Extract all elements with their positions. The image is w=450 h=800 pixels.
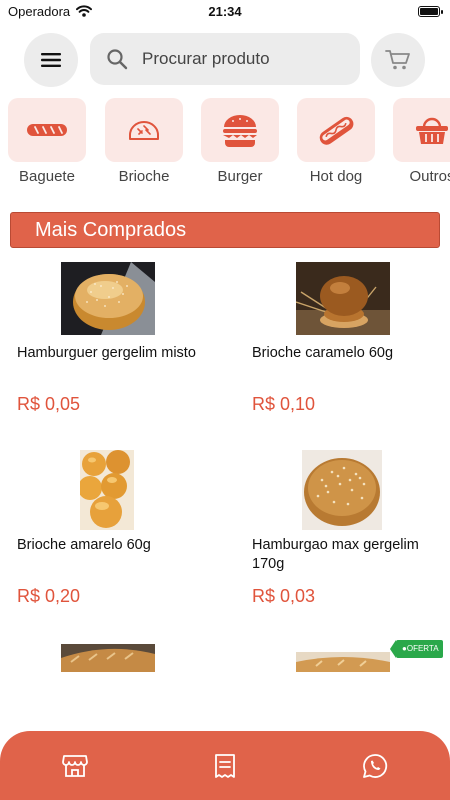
product-image [296,262,390,335]
section-header: Mais Comprados [10,212,440,248]
category-outros[interactable]: Outros [393,98,450,185]
search-bar[interactable] [90,33,360,85]
product-image [302,450,382,530]
product-card[interactable]: Hamburgao max gergelim 170g R$ 0,03 [235,450,450,620]
category-burger[interactable]: Burger [201,98,281,185]
offer-badge: ●OFERTA [390,640,443,658]
whatsapp-icon [363,754,388,778]
category-brioche[interactable]: Brioche [105,98,185,185]
nav-whatsapp-button[interactable] [360,751,390,781]
offer-badge-label: OFERTA [406,644,439,653]
brioche-icon [129,121,159,140]
product-name: Hamburguer gergelim misto [17,345,196,361]
product-image [61,262,155,335]
baguette-icon [27,124,67,136]
scroll-fade [0,672,450,732]
category-label: Brioche [118,168,170,185]
product-price: R$ 0,20 [17,586,81,606]
product-card[interactable]: Brioche caramelo 60g R$ 0,10 [235,262,450,432]
category-label: Hot dog [309,168,363,185]
status-bar: Operadora 21:34 [0,0,450,24]
product-price: R$ 0,10 [252,394,316,414]
product-name: Brioche amarelo 60g [17,537,151,553]
product-name: Hamburgao max gergelim 170g [252,537,419,572]
nav-store-button[interactable] [60,751,90,781]
category-hotdog[interactable]: Hot dog [297,98,377,185]
category-baguete[interactable]: Baguete [8,98,88,185]
cart-button[interactable] [371,33,425,87]
receipt-icon [215,754,235,778]
product-card[interactable]: Hamburguer gergelim misto R$ 0,05 [0,262,225,432]
store-icon [62,755,88,777]
category-list: Baguete Brioche Burger Hot dog Outros [0,98,450,194]
product-name: Brioche caramelo 60g [252,345,394,361]
section-title: Mais Comprados [35,219,187,241]
basket-icon [416,117,448,144]
status-time: 21:34 [208,4,242,19]
category-label: Outros [409,168,450,185]
product-price: R$ 0,03 [252,586,316,606]
product-card[interactable]: Brioche amarelo 60g R$ 0,20 [0,450,225,620]
search-icon [107,49,128,70]
product-price: R$ 0,05 [17,394,81,414]
top-bar [0,32,450,88]
cart-icon [385,50,410,70]
product-image [80,450,134,530]
category-label: Baguete [19,168,75,185]
product-image[interactable] [296,652,390,672]
burger-icon [223,115,257,147]
nav-orders-button[interactable] [210,751,240,781]
category-label: Burger [217,168,263,185]
menu-button[interactable] [24,33,78,87]
hamburger-menu-icon [41,53,61,67]
bottom-nav [0,731,450,800]
search-input[interactable] [142,49,342,69]
product-image[interactable] [61,644,155,672]
battery-icon [418,6,443,17]
hotdog-icon [319,116,354,145]
